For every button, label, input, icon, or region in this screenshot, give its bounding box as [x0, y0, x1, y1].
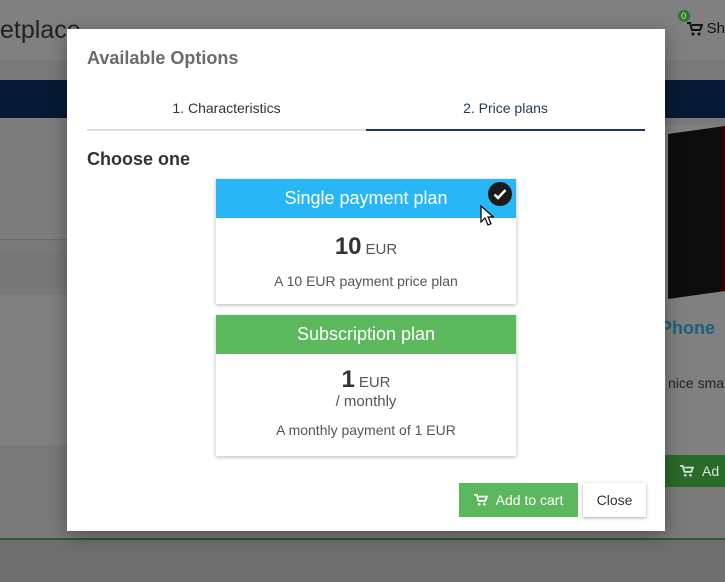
options-modal: Available Options 1. Characteristics 2. … [67, 29, 665, 531]
price-amount: 1 [341, 366, 355, 393]
price-currency: EUR [358, 374, 391, 391]
check-circle-icon [488, 182, 512, 206]
plan-title: Subscription plan [296, 324, 436, 344]
price-amount: 10 [334, 233, 362, 260]
modal-title: Available Options [87, 48, 239, 68]
price-period: / monthly [335, 393, 397, 410]
plan-price: 10 EUR [216, 233, 516, 261]
plan-header: Single payment plan [216, 179, 516, 218]
background-add-label: Ad [702, 463, 720, 479]
plan-description: A monthly payment of 1 EUR [276, 422, 456, 438]
tab-price-plans[interactable]: 2. Price plans [366, 91, 645, 131]
shopping-cart-icon [680, 465, 694, 477]
plan-card-single-payment[interactable]: Single payment plan 10 EUR A 10 EUR payme… [216, 179, 516, 304]
header-cart[interactable]: 0 Sh [677, 9, 725, 37]
background-panel [0, 252, 67, 288]
product-name: Phone [660, 318, 716, 338]
add-to-cart-label: Add to cart [495, 492, 564, 508]
modal-tabs: 1. Characteristics 2. Price plans [87, 91, 645, 131]
close-button[interactable]: Close [583, 483, 646, 517]
mouse-cursor-icon [480, 205, 494, 226]
add-to-cart-button[interactable]: Add to cart [459, 483, 578, 517]
plan-title: Single payment plan [284, 188, 448, 208]
price-currency: EUR [365, 241, 398, 258]
choose-heading: Choose one [87, 149, 191, 169]
plan-card-subscription[interactable]: Subscription plan 1 EUR / monthly A month… [216, 315, 516, 456]
plan-header: Subscription plan [216, 315, 516, 354]
product-description: nice sma [668, 375, 725, 391]
background-add-to-cart-button: Ad [662, 455, 725, 487]
background-card [0, 295, 67, 445]
shopping-cart-icon [473, 494, 488, 506]
cart-count-badge: 0 [677, 9, 690, 22]
shopping-cart-icon: 0 [677, 9, 704, 36]
plan-price: 1 EUR [216, 366, 516, 394]
product-image [668, 125, 725, 300]
background-panel [0, 118, 67, 240]
plan-description: A 10 EUR payment price plan [274, 273, 458, 289]
cart-label: Sh [706, 20, 725, 37]
background-footer [0, 540, 725, 582]
tab-characteristics[interactable]: 1. Characteristics [87, 91, 366, 131]
